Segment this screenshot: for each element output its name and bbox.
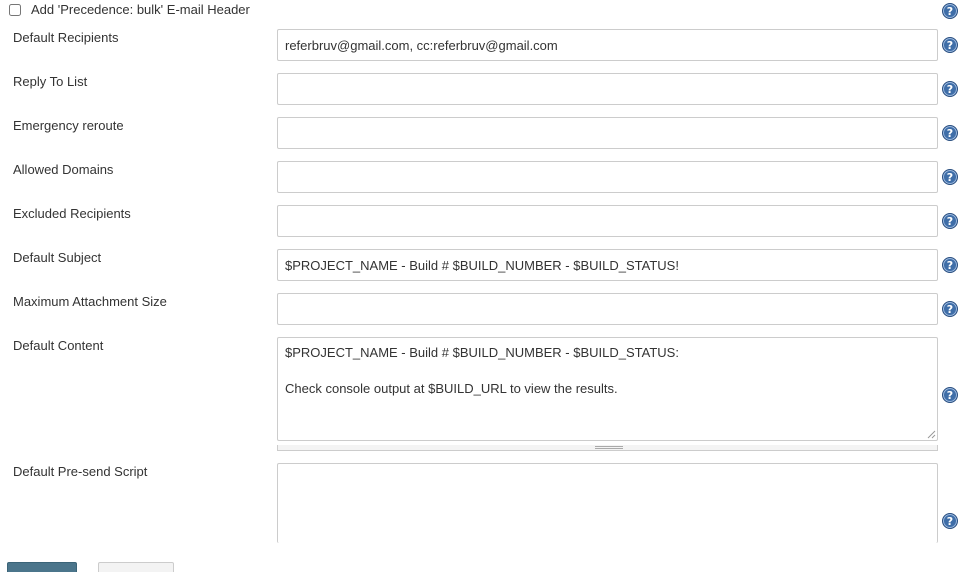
help-icon[interactable]: ? <box>942 169 958 185</box>
excluded-recipients-label: Excluded Recipients <box>13 206 131 221</box>
help-icon[interactable]: ? <box>942 3 958 19</box>
help-icon[interactable]: ? <box>942 257 958 273</box>
grip-lines-icon <box>595 446 623 449</box>
max-attachment-size-label: Maximum Attachment Size <box>13 294 167 309</box>
default-content-label: Default Content <box>13 338 104 353</box>
excluded-recipients-input[interactable] <box>277 205 938 237</box>
precedence-bulk-checkbox[interactable] <box>9 3 21 16</box>
default-content-textarea[interactable] <box>277 337 938 441</box>
reply-to-list-label: Reply To List <box>13 74 88 89</box>
presend-script-textarea[interactable] <box>277 463 938 543</box>
help-icon[interactable]: ? <box>942 301 958 317</box>
reply-to-list-input[interactable] <box>277 73 938 105</box>
help-icon[interactable]: ? <box>942 37 958 53</box>
default-subject-label: Default Subject <box>13 250 102 265</box>
emergency-reroute-input[interactable] <box>277 117 938 149</box>
precedence-bulk-label: Add 'Precedence: bulk' E-mail Header <box>31 2 250 17</box>
allowed-domains-input[interactable] <box>277 161 938 193</box>
precedence-bulk-option[interactable]: Add 'Precedence: bulk' E-mail Header <box>9 2 250 17</box>
allowed-domains-label: Allowed Domains <box>13 162 114 177</box>
help-icon[interactable]: ? <box>942 213 958 229</box>
presend-script-label: Default Pre-send Script <box>13 464 148 479</box>
max-attachment-size-input[interactable] <box>277 293 938 325</box>
textarea-resize-handle[interactable] <box>277 445 938 451</box>
default-subject-input[interactable] <box>277 249 938 281</box>
help-icon[interactable]: ? <box>942 513 958 529</box>
help-icon[interactable]: ? <box>942 387 958 403</box>
help-icon[interactable]: ? <box>942 81 958 97</box>
save-button[interactable]: Save <box>7 562 77 572</box>
apply-button[interactable]: Apply <box>98 562 174 572</box>
default-recipients-label: Default Recipients <box>13 30 119 45</box>
emergency-reroute-label: Emergency reroute <box>13 118 124 133</box>
resize-grip-icon[interactable] <box>926 429 936 439</box>
help-icon[interactable]: ? <box>942 125 958 141</box>
default-recipients-input[interactable] <box>277 29 938 61</box>
email-notification-config: Add 'Precedence: bulk' E-mail Header ? D… <box>0 0 975 572</box>
